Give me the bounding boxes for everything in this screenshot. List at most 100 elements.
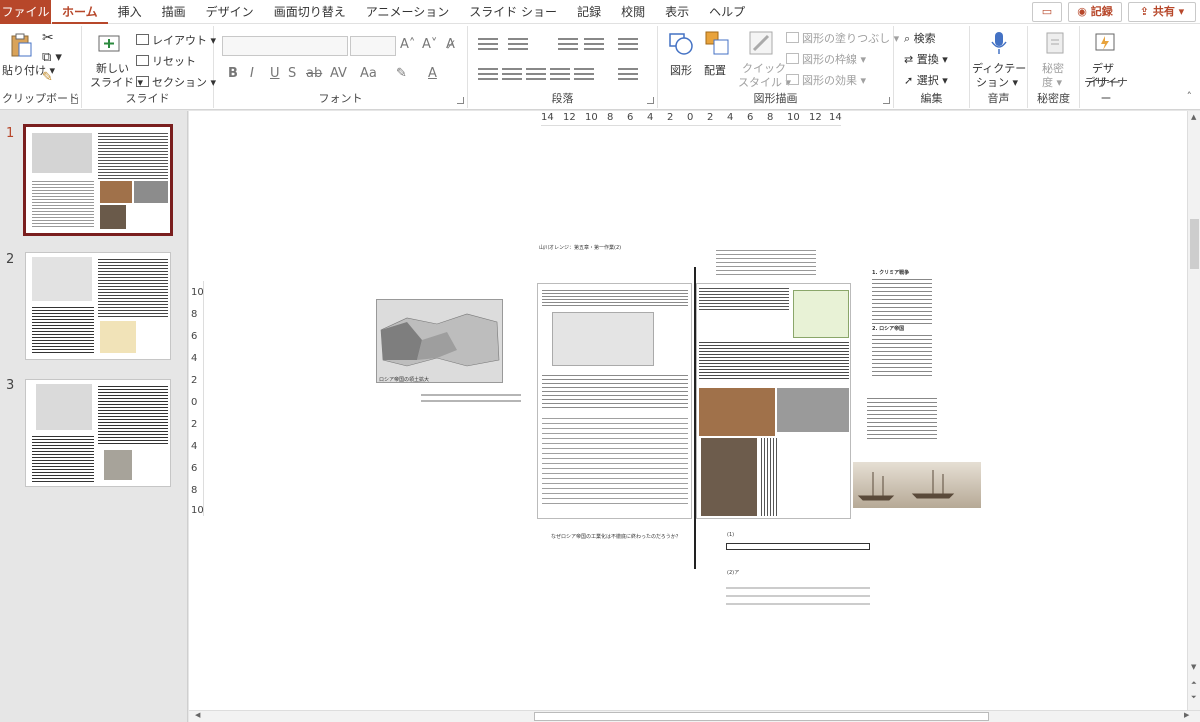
thumbnail-number: 2	[6, 252, 15, 267]
format-painter-icon[interactable]: ✎	[42, 70, 53, 85]
arrange-button[interactable]: 配置	[704, 62, 726, 78]
slide-thumbnail-2[interactable]	[25, 252, 171, 360]
find-button[interactable]: ⌕ 検索	[904, 30, 936, 46]
drawing-group-label: 図形描画	[753, 92, 798, 105]
dictate-button[interactable]: ション ▾	[976, 74, 1018, 90]
horizontal-scroll-thumb[interactable]	[534, 712, 989, 721]
tab-transitions[interactable]: 画面切り替え	[264, 0, 356, 24]
horizontal-ruler: 14 12 10 8 6 4 2 0 2 4 6 8 10 12 14	[541, 111, 842, 126]
slide-thumbnail-3[interactable]	[25, 379, 171, 487]
tab-view[interactable]: 表示	[655, 0, 699, 24]
shapes-button[interactable]: 図形	[670, 62, 692, 78]
clipboard-group: 貼り付け ▾ ✂ ⧉ ▾ ✎ クリップボード	[0, 26, 82, 108]
tab-animations[interactable]: アニメーション	[356, 0, 460, 24]
tab-help[interactable]: ヘルプ	[699, 0, 755, 24]
map-shape	[380, 313, 500, 367]
clear-format-icon[interactable]: A̷	[446, 37, 455, 52]
record-icon: ◉	[1077, 5, 1087, 18]
paragraph-launcher-icon[interactable]	[647, 97, 654, 104]
font-name-dropdown[interactable]	[222, 36, 348, 56]
numbering-icon[interactable]	[508, 38, 528, 50]
voice-group: ディクテー ション ▾ 音声	[970, 26, 1028, 108]
justify-icon[interactable]	[550, 68, 570, 80]
tab-review[interactable]: 校閲	[611, 0, 655, 24]
horizontal-scrollbar[interactable]: ◀ ▶	[189, 710, 1200, 722]
char-spacing-icon[interactable]: AV	[330, 66, 347, 81]
tab-draw[interactable]: 描画	[152, 0, 196, 24]
record-button[interactable]: ◉ 記録	[1068, 2, 1122, 22]
bold-icon[interactable]: B	[228, 66, 238, 81]
ribbon-collapse-icon[interactable]: ˄	[1187, 90, 1193, 103]
vertical-scrollbar[interactable]: ▲ ▼ ⏶ ⏷	[1187, 111, 1200, 710]
align-right-icon[interactable]	[526, 68, 546, 80]
worksheet-data-box[interactable]	[696, 283, 851, 519]
notes-heading-1: 1. クリミア戦争	[872, 270, 910, 276]
italic-icon[interactable]: I	[250, 66, 254, 81]
line-spacing-icon[interactable]	[618, 38, 638, 50]
bottom-question: なぜロシア帝国の工業化は不徹底に終わったのだろうか？	[551, 534, 681, 540]
worksheet-question-box[interactable]	[537, 283, 692, 519]
slide-canvas[interactable]: 14 12 10 8 6 4 2 0 2 4 6 8 10 12 14 10 8…	[189, 111, 1187, 710]
decrease-indent-icon[interactable]	[558, 38, 578, 50]
ruler-tick-label: 2	[191, 375, 198, 386]
bullets-icon[interactable]	[478, 38, 498, 50]
underline-icon[interactable]: U	[270, 66, 280, 81]
select-button[interactable]: ➚ 選択 ▾	[904, 72, 948, 88]
scroll-left-icon[interactable]: ◀	[195, 711, 200, 719]
text-direction-icon[interactable]	[618, 68, 638, 80]
layout-button[interactable]: レイアウト ▾	[136, 32, 216, 48]
worksheet-map-image	[552, 312, 654, 366]
sensitivity-button[interactable]: 度 ▾	[1042, 74, 1062, 90]
notes-text-block	[872, 332, 932, 376]
ribbon: 貼り付け ▾ ✂ ⧉ ▾ ✎ クリップボード 新しい スライド ▾ レイアウト …	[0, 24, 1200, 110]
ruler-tick-label: 12	[563, 112, 576, 123]
strikethrough-icon[interactable]: ab	[306, 66, 322, 81]
quick-styles-button[interactable]: スタイル ▾	[738, 74, 791, 90]
clipboard-launcher-icon[interactable]	[71, 97, 78, 104]
copy-icon[interactable]: ⧉ ▾	[42, 50, 62, 65]
highlight-icon[interactable]: ✎	[396, 66, 407, 81]
tab-file[interactable]: ファイル	[0, 0, 51, 24]
reset-button[interactable]: リセット	[136, 53, 196, 69]
align-left-icon[interactable]	[478, 68, 498, 80]
vertical-scroll-thumb[interactable]	[1190, 219, 1199, 269]
increase-indent-icon[interactable]	[584, 38, 604, 50]
answer-input-box[interactable]	[726, 543, 870, 550]
comments-button[interactable]: ▭	[1032, 2, 1062, 22]
shape-fill-button[interactable]: 図形の塗りつぶし ▾	[786, 30, 899, 46]
align-center-icon[interactable]	[502, 68, 522, 80]
russia-map-image[interactable]: ロシア帝国の領土拡大	[376, 299, 503, 383]
tab-home[interactable]: ホーム	[52, 0, 108, 24]
shadow-icon[interactable]: S	[288, 66, 296, 81]
shape-effect-label: 図形の効果	[802, 74, 857, 87]
columns-icon[interactable]	[574, 68, 594, 80]
font-size-dropdown[interactable]	[350, 36, 396, 56]
replace-button[interactable]: ⇄ 置換 ▾	[904, 51, 948, 67]
shrink-font-icon[interactable]: A˅	[422, 37, 437, 52]
grow-font-icon[interactable]: A˄	[400, 37, 415, 52]
naval-battle-painting[interactable]	[853, 462, 981, 508]
shape-effect-button[interactable]: 図形の効果 ▾	[786, 72, 866, 88]
font-launcher-icon[interactable]	[457, 97, 464, 104]
slide-thumbnail-pane: 1 2 3	[0, 111, 188, 722]
tab-slideshow[interactable]: スライド ショー	[459, 0, 567, 24]
font-color-icon[interactable]: A	[428, 66, 437, 81]
drawing-launcher-icon[interactable]	[883, 97, 890, 104]
previous-slide-icon[interactable]: ⏶	[1191, 679, 1197, 688]
tab-record[interactable]: 記録	[567, 0, 611, 24]
shape-outline-button[interactable]: 図形の枠線 ▾	[786, 51, 866, 67]
find-label: 検索	[913, 32, 936, 45]
section-button[interactable]: セクション ▾	[136, 74, 216, 90]
scroll-up-icon[interactable]: ▲	[1191, 113, 1196, 121]
change-case-icon[interactable]: Aa	[360, 66, 377, 81]
tab-insert[interactable]: 挿入	[108, 0, 152, 24]
ruler-tick-label: 12	[809, 112, 822, 123]
slide-thumbnail-1[interactable]	[23, 124, 173, 236]
tab-design[interactable]: デザイン	[196, 0, 264, 24]
share-button[interactable]: ⇪ 共有 ▾	[1128, 2, 1196, 22]
scroll-down-icon[interactable]: ▼	[1191, 663, 1196, 671]
scroll-right-icon[interactable]: ▶	[1184, 711, 1189, 719]
next-slide-icon[interactable]: ⏷	[1191, 693, 1197, 702]
menu-bar: ファイル ホーム 挿入 描画 デザイン 画面切り替え アニメーション スライド …	[0, 0, 1200, 24]
cut-icon[interactable]: ✂	[42, 30, 54, 46]
